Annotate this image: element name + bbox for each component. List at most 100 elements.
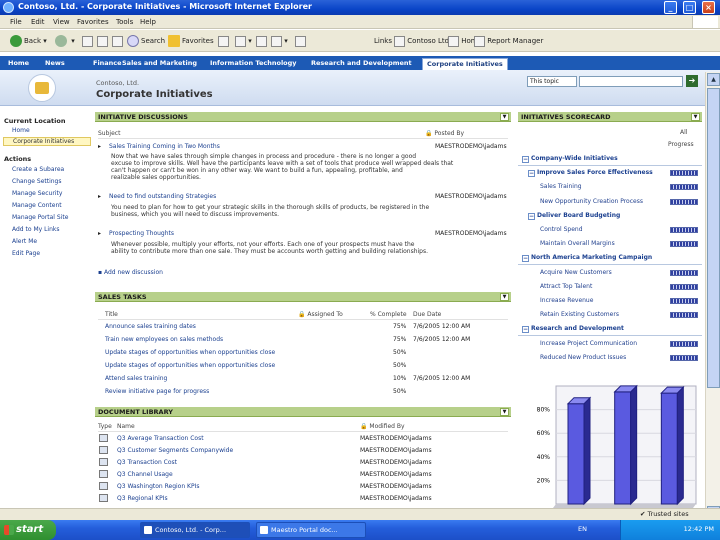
col-subject[interactable]: Subject bbox=[98, 130, 120, 137]
col-assigned-to[interactable]: 🔒 Assigned To bbox=[298, 311, 343, 318]
scorecard-label[interactable]: Sales Training bbox=[540, 183, 582, 190]
menu-file[interactable]: File bbox=[10, 18, 22, 26]
collapse-toggle-icon[interactable]: − bbox=[528, 170, 535, 178]
scorecard-label[interactable]: Reduced New Product Issues bbox=[540, 354, 626, 361]
col-title[interactable]: Title bbox=[105, 311, 118, 318]
nav-corporate-initiatives[interactable]: Corporate Initiatives bbox=[3, 137, 91, 146]
action-manage-security[interactable]: Manage Security bbox=[12, 190, 62, 197]
forward-button[interactable]: ▾ bbox=[55, 34, 75, 48]
collapse-toggle-icon[interactable]: − bbox=[522, 326, 529, 334]
collapse-toggle-icon[interactable]: − bbox=[528, 212, 535, 220]
scorecard-label[interactable]: Attract Top Talent bbox=[540, 283, 592, 290]
nav-home[interactable]: Home bbox=[12, 127, 30, 134]
tab-sales-and-marketing[interactable]: Sales and Marketing bbox=[122, 58, 197, 70]
menu-view[interactable]: View bbox=[53, 18, 70, 26]
scorecard-label[interactable]: Maintain Overall Margins bbox=[540, 240, 615, 247]
discussion-subject[interactable]: Prospecting Thoughts bbox=[109, 230, 174, 237]
language-indicator[interactable]: EN bbox=[578, 525, 587, 533]
document-name[interactable]: Q3 Washington Region KPIs bbox=[117, 483, 200, 490]
scorecard-label[interactable]: New Opportunity Creation Process bbox=[540, 198, 643, 205]
action-alert-me[interactable]: Alert Me bbox=[12, 238, 37, 245]
scorecard-label[interactable]: Increase Revenue bbox=[540, 297, 593, 304]
discussion-subject[interactable]: Need to find outstanding Strategies bbox=[109, 193, 216, 200]
expand-icon[interactable]: ▸ bbox=[98, 143, 101, 150]
mail-button[interactable]: ▾ bbox=[235, 34, 252, 48]
scorecard-label[interactable]: − North America Marketing Campaign bbox=[522, 254, 652, 263]
scorecard-label[interactable]: Retain Existing Customers bbox=[540, 311, 619, 318]
back-button[interactable]: Back ▾ bbox=[10, 34, 47, 48]
scorecard-row[interactable]: − Research and Development bbox=[518, 322, 702, 337]
expand-icon[interactable]: ▸ bbox=[98, 193, 101, 200]
scorecard-row[interactable]: Increase Revenue bbox=[518, 294, 702, 308]
webpart-menu-icon[interactable]: ▼ bbox=[500, 293, 509, 301]
scorecard-row[interactable]: − Improve Sales Force Effectiveness bbox=[518, 166, 702, 180]
minimize-button[interactable]: _ bbox=[664, 1, 677, 14]
document-name[interactable]: Q3 Regional KPIs bbox=[117, 495, 168, 502]
col-posted-by[interactable]: 🔒 Posted By bbox=[425, 130, 464, 137]
menu-edit[interactable]: Edit bbox=[31, 18, 45, 26]
scroll-thumb[interactable] bbox=[707, 88, 720, 388]
stop-button[interactable] bbox=[82, 34, 93, 48]
col-due-date[interactable]: Due Date bbox=[413, 311, 441, 318]
tab-home[interactable]: Home bbox=[8, 58, 29, 70]
action-add-to-my-links[interactable]: Add to My Links bbox=[12, 226, 60, 233]
menu-tools[interactable]: Tools bbox=[116, 18, 133, 26]
task-title[interactable]: Announce sales training dates bbox=[105, 323, 196, 330]
col-modified-by[interactable]: 🔒 Modified By bbox=[360, 423, 405, 430]
search-go-button[interactable]: ➔ bbox=[686, 75, 698, 87]
action-manage-portal-site[interactable]: Manage Portal Site bbox=[12, 214, 68, 221]
discussion-subject[interactable]: Sales Training Coming in Two Months bbox=[109, 143, 220, 150]
task-title[interactable]: Update stages of opportunities when oppo… bbox=[105, 362, 275, 369]
scorecard-label[interactable]: Acquire New Customers bbox=[540, 269, 612, 276]
task-title[interactable]: Train new employees on sales methods bbox=[105, 336, 223, 343]
collapse-toggle-icon[interactable]: − bbox=[522, 255, 529, 263]
close-button[interactable]: × bbox=[702, 1, 715, 14]
scorecard-row[interactable]: − Company-Wide Initiatives bbox=[518, 152, 702, 166]
scorecard-label[interactable]: − Research and Development bbox=[522, 325, 624, 334]
col-type[interactable]: Type bbox=[98, 423, 112, 430]
tab-news[interactable]: News bbox=[45, 58, 65, 70]
search-button[interactable]: Search bbox=[127, 34, 165, 48]
scorecard-label[interactable]: Control Spend bbox=[540, 226, 583, 233]
col-name[interactable]: Name bbox=[117, 423, 135, 430]
breadcrumb[interactable]: Contoso, Ltd. bbox=[96, 79, 139, 87]
collapse-toggle-icon[interactable]: − bbox=[522, 156, 529, 163]
search-input[interactable] bbox=[579, 76, 683, 87]
maximize-button[interactable]: □ bbox=[683, 1, 696, 14]
scorecard-row[interactable]: Sales Training bbox=[518, 180, 702, 194]
scorecard-row[interactable]: Increase Project Communication bbox=[518, 337, 702, 351]
page-scrollbar[interactable]: ▲ ▼ bbox=[705, 72, 720, 520]
action-manage-content[interactable]: Manage Content bbox=[12, 202, 62, 209]
scorecard-label[interactable]: − Company-Wide Initiatives bbox=[522, 155, 618, 163]
home-button[interactable] bbox=[112, 34, 123, 48]
task-title[interactable]: Review initiative page for progress bbox=[105, 388, 209, 395]
tab-corporate-initiatives[interactable]: Corporate Initiatives bbox=[422, 58, 508, 70]
scorecard-row[interactable]: − Deliver Board Budgeting bbox=[518, 209, 702, 223]
webpart-menu-icon[interactable]: ▼ bbox=[691, 113, 700, 121]
action-create-subarea[interactable]: Create a Subarea bbox=[12, 166, 64, 173]
tab-information-technology[interactable]: Information Technology bbox=[210, 58, 297, 70]
start-button[interactable]: start bbox=[0, 520, 56, 540]
scorecard-label[interactable]: − Deliver Board Budgeting bbox=[528, 212, 620, 220]
favorites-button[interactable]: Favorites bbox=[168, 34, 214, 48]
action-edit-page[interactable]: Edit Page bbox=[12, 250, 40, 257]
document-name[interactable]: Q3 Average Transaction Cost bbox=[117, 435, 204, 442]
webpart-menu-icon[interactable]: ▼ bbox=[500, 408, 509, 416]
expand-icon[interactable]: ▸ bbox=[98, 230, 101, 237]
scorecard-row[interactable]: Attract Top Talent bbox=[518, 280, 702, 294]
scroll-up-icon[interactable]: ▲ bbox=[707, 73, 720, 86]
taskbar-item-document[interactable]: Maestro Portal doc... bbox=[256, 522, 366, 538]
scorecard-label[interactable]: Increase Project Communication bbox=[540, 340, 637, 347]
window-titlebar[interactable]: Contoso, Ltd. - Corporate Initiatives - … bbox=[0, 0, 720, 15]
menu-favorites[interactable]: Favorites bbox=[77, 18, 109, 26]
link-contoso[interactable]: Contoso Ltd. bbox=[394, 34, 451, 48]
scorecard-row[interactable]: Acquire New Customers bbox=[518, 266, 702, 280]
document-name[interactable]: Q3 Transaction Cost bbox=[117, 459, 177, 466]
add-discussion-link[interactable]: ▪ Add new discussion bbox=[98, 269, 163, 276]
scorecard-row[interactable]: New Opportunity Creation Process bbox=[518, 195, 702, 209]
print-button[interactable] bbox=[256, 34, 267, 48]
document-name[interactable]: Q3 Customer Segments Companywide bbox=[117, 447, 233, 454]
edit-button[interactable]: ▾ bbox=[271, 34, 288, 48]
scorecard-row[interactable]: − North America Marketing Campaign bbox=[518, 251, 702, 266]
col-percent-complete[interactable]: % Complete bbox=[370, 311, 407, 318]
